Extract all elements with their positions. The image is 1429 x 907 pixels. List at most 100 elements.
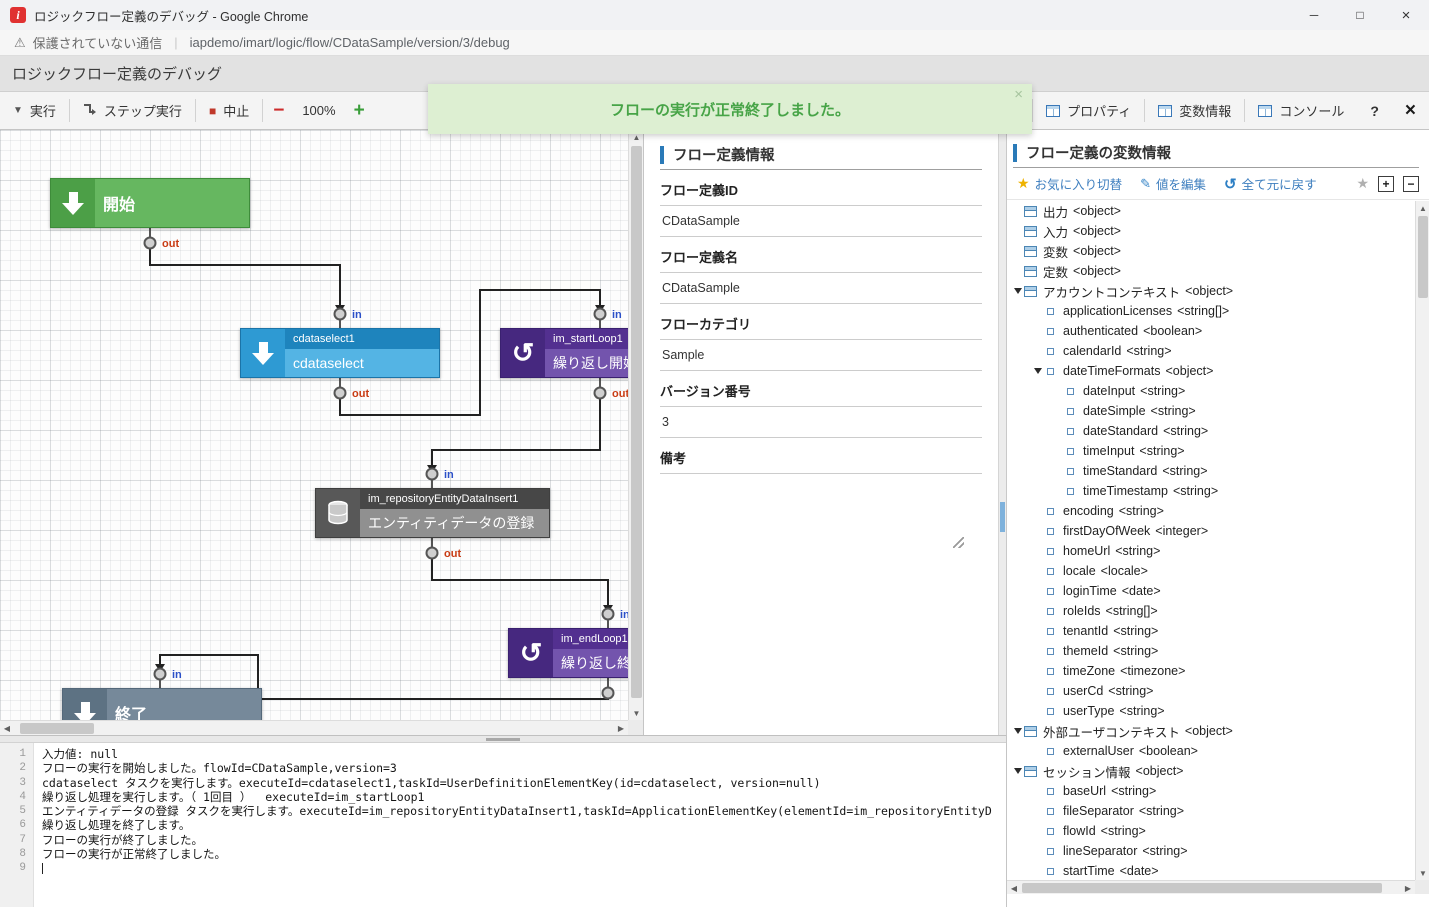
expand-triangle-icon[interactable] <box>1011 768 1024 774</box>
splitter-grip[interactable] <box>1000 502 1005 532</box>
tree-item[interactable]: loginTime<date> <box>1007 581 1415 601</box>
scroll-down-arrow[interactable]: ▼ <box>1416 866 1429 880</box>
tree-item[interactable]: userCd<string> <box>1007 681 1415 701</box>
scroll-left-arrow[interactable]: ◀ <box>1007 881 1021 895</box>
expand-all-button[interactable]: + <box>1378 176 1394 192</box>
node-start-loop[interactable]: ↺ im_startLoop1 繰り返し開始 <box>500 328 628 378</box>
help-icon: ? <box>1370 103 1379 119</box>
abort-button[interactable]: ■ 中止 <box>196 92 262 129</box>
tree-item[interactable]: dateSimple<string> <box>1007 401 1415 421</box>
minimize-button[interactable]: ─ <box>1291 0 1337 30</box>
scroll-thumb[interactable] <box>20 723 94 734</box>
expand-triangle-icon[interactable] <box>1031 368 1044 374</box>
tree-item[interactable]: 外部ユーザコンテキスト<object> <box>1007 721 1415 741</box>
maximize-button[interactable]: □ <box>1337 0 1383 30</box>
node-end[interactable]: 終了 <box>62 688 262 720</box>
object-icon <box>1024 726 1037 737</box>
splitter-grip[interactable] <box>486 738 520 741</box>
tree-item[interactable]: timeStandard<string> <box>1007 461 1415 481</box>
tree-item[interactable]: セッション情報<object> <box>1007 761 1415 781</box>
address-bar[interactable]: ⚠ 保護されていない通信 | iapdemo/imart/logic/flow/… <box>0 30 1429 56</box>
variable-icon <box>1047 528 1054 535</box>
node-entity-insert[interactable]: im_repositoryEntityDataInsert1 エンティティデータ… <box>315 488 550 538</box>
edit-value-button[interactable]: ✎ 値を編集 <box>1140 174 1206 193</box>
tree-item[interactable]: 出力<object> <box>1007 201 1415 221</box>
tree-item[interactable]: dateInput<string> <box>1007 381 1415 401</box>
variables-tree: 出力<object>入力<object>変数<object>定数<object>… <box>1007 201 1415 880</box>
star-icon: ★ <box>1017 175 1030 192</box>
line-number: 3 <box>0 776 33 790</box>
scroll-right-arrow[interactable]: ▶ <box>1401 881 1415 895</box>
favorite-filter-icon[interactable]: ★ <box>1356 175 1369 192</box>
tree-item[interactable]: calendarId<string> <box>1007 341 1415 361</box>
notification-toast: フローの実行が正常終了しました。 × <box>428 84 1032 134</box>
close-debugger-button[interactable]: × <box>1392 92 1429 129</box>
zoom-out-button[interactable]: − <box>263 92 294 129</box>
tree-item[interactable]: userType<string> <box>1007 701 1415 721</box>
scroll-up-arrow[interactable]: ▲ <box>1416 201 1429 215</box>
tree-item[interactable]: lineSeparator<string> <box>1007 841 1415 861</box>
close-button[interactable]: × <box>1383 0 1429 30</box>
console-output[interactable]: 入力値: nullフローの実行を開始しました。flowId=CDataSampl… <box>34 743 1006 907</box>
step-run-button[interactable]: ステップ実行 <box>70 92 195 129</box>
node-start[interactable]: 開始 <box>50 178 250 228</box>
panel-splitter[interactable] <box>998 130 1007 735</box>
tree-item[interactable]: themeId<string> <box>1007 641 1415 661</box>
tree-item[interactable]: 定数<object> <box>1007 261 1415 281</box>
tree-item[interactable]: 変数<object> <box>1007 241 1415 261</box>
tree-item[interactable]: アカウントコンテキスト<object> <box>1007 281 1415 301</box>
tree-item[interactable]: startTime<date> <box>1007 861 1415 880</box>
scroll-thumb[interactable] <box>631 146 642 698</box>
url-text[interactable]: iapdemo/imart/logic/flow/CDataSample/ver… <box>190 35 510 50</box>
scroll-thumb[interactable] <box>1418 216 1428 298</box>
console-splitter[interactable] <box>0 735 1006 743</box>
tree-item[interactable]: locale<locale> <box>1007 561 1415 581</box>
expand-triangle-icon[interactable] <box>1011 288 1024 294</box>
properties-button[interactable]: プロパティ <box>1033 92 1144 129</box>
scroll-left-arrow[interactable]: ◀ <box>0 721 14 735</box>
tree-item[interactable]: flowId<string> <box>1007 821 1415 841</box>
flow-canvas[interactable]: out in out in out in out in in 開始 cdatas… <box>0 130 628 720</box>
tree-item[interactable]: dateTimeFormats<object> <box>1007 361 1415 381</box>
tree-item-type: <object> <box>1073 224 1121 238</box>
port-label-out: out <box>612 388 628 400</box>
help-button[interactable]: ? <box>1357 92 1392 129</box>
console-button[interactable]: コンソール <box>1245 92 1357 129</box>
tree-item[interactable]: homeUrl<string> <box>1007 541 1415 561</box>
collapse-all-button[interactable]: − <box>1403 176 1419 192</box>
console-line-text: フローの実行を開始しました。flowId=CDataSample,version… <box>42 761 1006 775</box>
tree-item[interactable]: authenticated<boolean> <box>1007 321 1415 341</box>
tree-item[interactable]: timeZone<timezone> <box>1007 661 1415 681</box>
security-warning-icon[interactable]: ⚠ <box>14 35 26 51</box>
node-end-loop[interactable]: ↺ im_endLoop1 繰り返し終了 <box>508 628 628 678</box>
expand-triangle-icon[interactable] <box>1011 728 1024 734</box>
tree-item[interactable]: encoding<string> <box>1007 501 1415 521</box>
tree-item[interactable]: roleIds<string[]> <box>1007 601 1415 621</box>
node-cdataselect[interactable]: cdataselect1 cdataselect <box>240 328 440 378</box>
favorite-toggle-button[interactable]: ★ お気に入り切替 <box>1017 174 1122 193</box>
tree-item[interactable]: timeInput<string> <box>1007 441 1415 461</box>
tree-item[interactable]: timeTimestamp<string> <box>1007 481 1415 501</box>
tree-item-type: <timezone> <box>1120 664 1185 678</box>
scroll-right-arrow[interactable]: ▶ <box>614 721 628 735</box>
revert-all-button[interactable]: ↺ 全て元に戻す <box>1224 174 1317 193</box>
scroll-thumb[interactable] <box>1022 883 1382 893</box>
tree-item[interactable]: dateStandard<string> <box>1007 421 1415 441</box>
tree-item[interactable]: tenantId<string> <box>1007 621 1415 641</box>
tree-item[interactable]: firstDayOfWeek<integer> <box>1007 521 1415 541</box>
port-label-in: in <box>620 609 628 621</box>
definition-field-value: Sample <box>660 340 982 371</box>
notification-close-icon[interactable]: × <box>1014 86 1023 103</box>
tree-item[interactable]: externalUser<boolean> <box>1007 741 1415 761</box>
resize-grip[interactable] <box>953 537 964 548</box>
security-label[interactable]: 保護されていない通信 <box>33 33 163 52</box>
tree-item[interactable]: applicationLicenses<string[]> <box>1007 301 1415 321</box>
zoom-in-button[interactable]: + <box>344 92 375 129</box>
tree-item[interactable]: fileSeparator<string> <box>1007 801 1415 821</box>
tree-item[interactable]: baseUrl<string> <box>1007 781 1415 801</box>
variables-button[interactable]: 変数情報 <box>1145 92 1244 129</box>
object-icon <box>1024 766 1037 777</box>
scroll-down-arrow[interactable]: ▼ <box>629 706 644 720</box>
tree-item[interactable]: 入力<object> <box>1007 221 1415 241</box>
run-button[interactable]: ▼ 実行 <box>0 92 69 129</box>
